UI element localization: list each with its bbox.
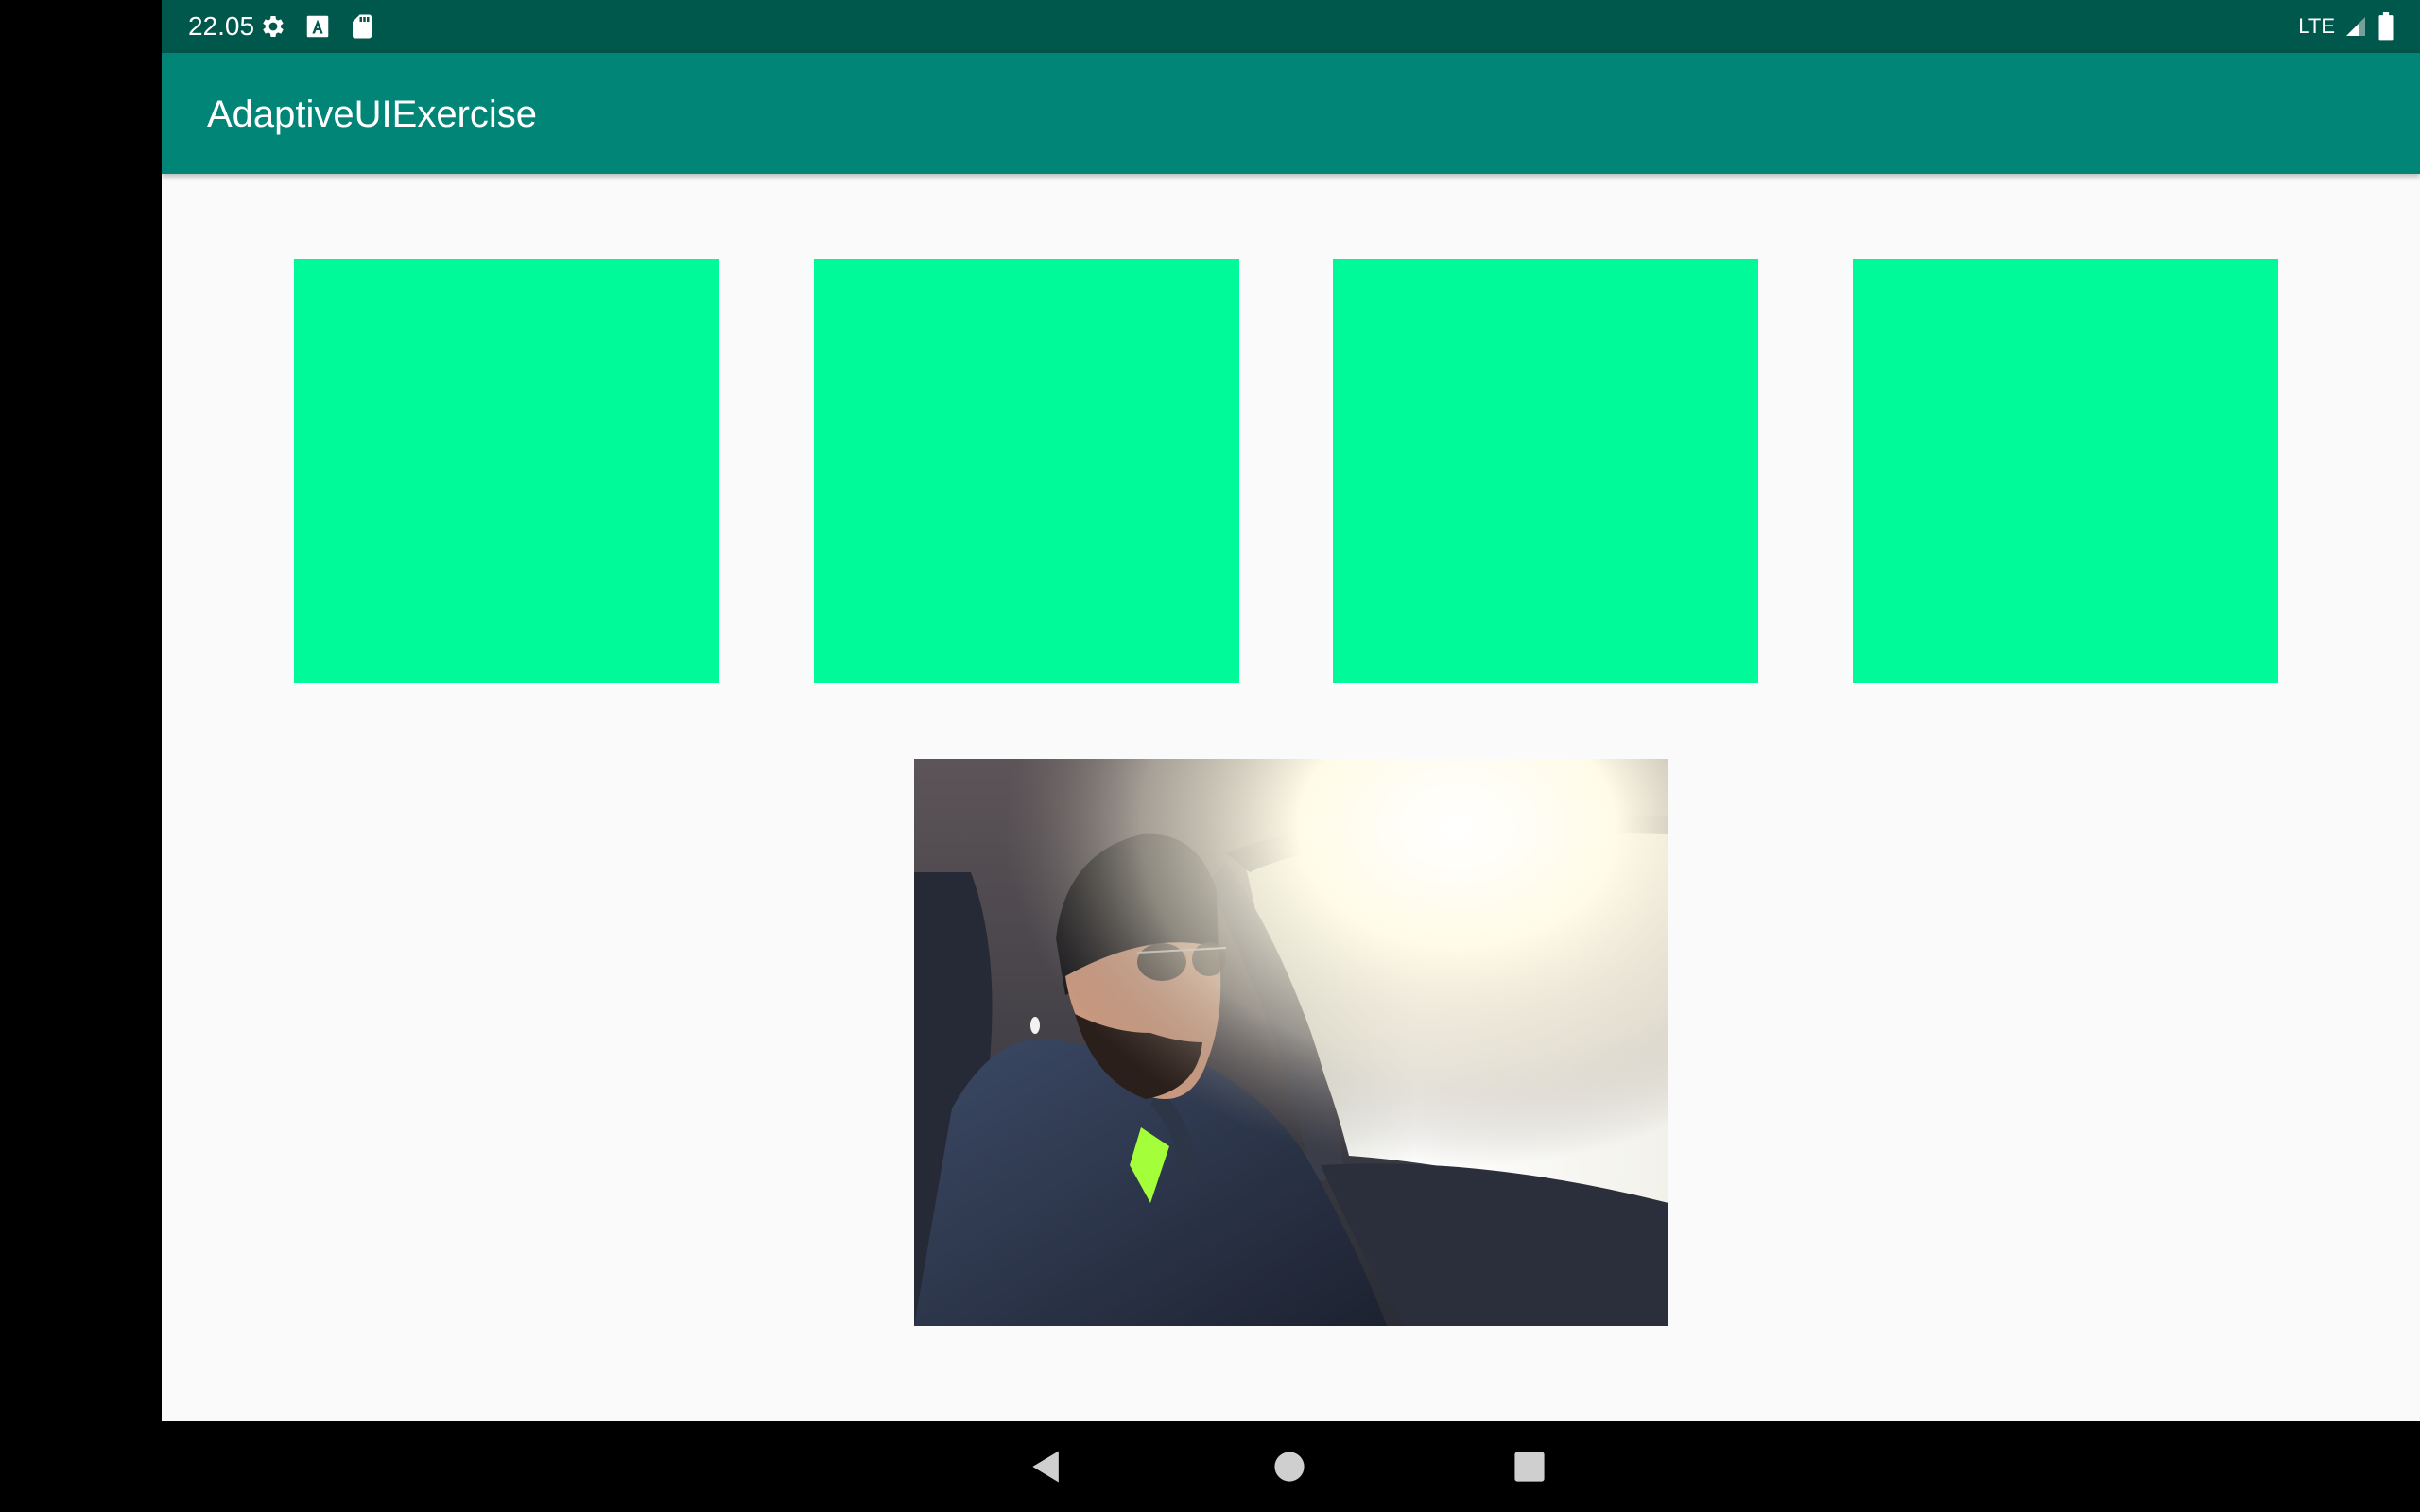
status-right-group: LTE [2298, 11, 2395, 42]
sd-card-icon [353, 14, 372, 39]
status-time: 22.05 [188, 11, 255, 41]
green-square-4 [1853, 259, 2278, 683]
green-square-3 [1333, 259, 1758, 683]
left-black-margin [0, 0, 162, 1512]
recents-icon[interactable] [1509, 1446, 1550, 1487]
home-icon[interactable] [1269, 1446, 1310, 1487]
network-type-label: LTE [2298, 14, 2335, 38]
green-square-2 [814, 259, 1239, 683]
signal-icon [2346, 17, 2365, 36]
font-a-icon [306, 15, 329, 38]
battery-icon [2378, 12, 2394, 41]
driver-photo [914, 759, 1668, 1326]
back-icon[interactable] [1026, 1446, 1067, 1487]
navigation-bar [162, 1421, 2420, 1512]
status-bar: 22.05 LTE [162, 0, 2420, 53]
settings-icon [263, 16, 284, 37]
app-toolbar: AdaptiveUIExercise [162, 53, 2420, 174]
app-title: AdaptiveUIExercise [207, 94, 538, 135]
green-square-1 [294, 259, 719, 683]
app-screen: 22.05 LTE AdaptiveUIExercise [162, 0, 2420, 1421]
